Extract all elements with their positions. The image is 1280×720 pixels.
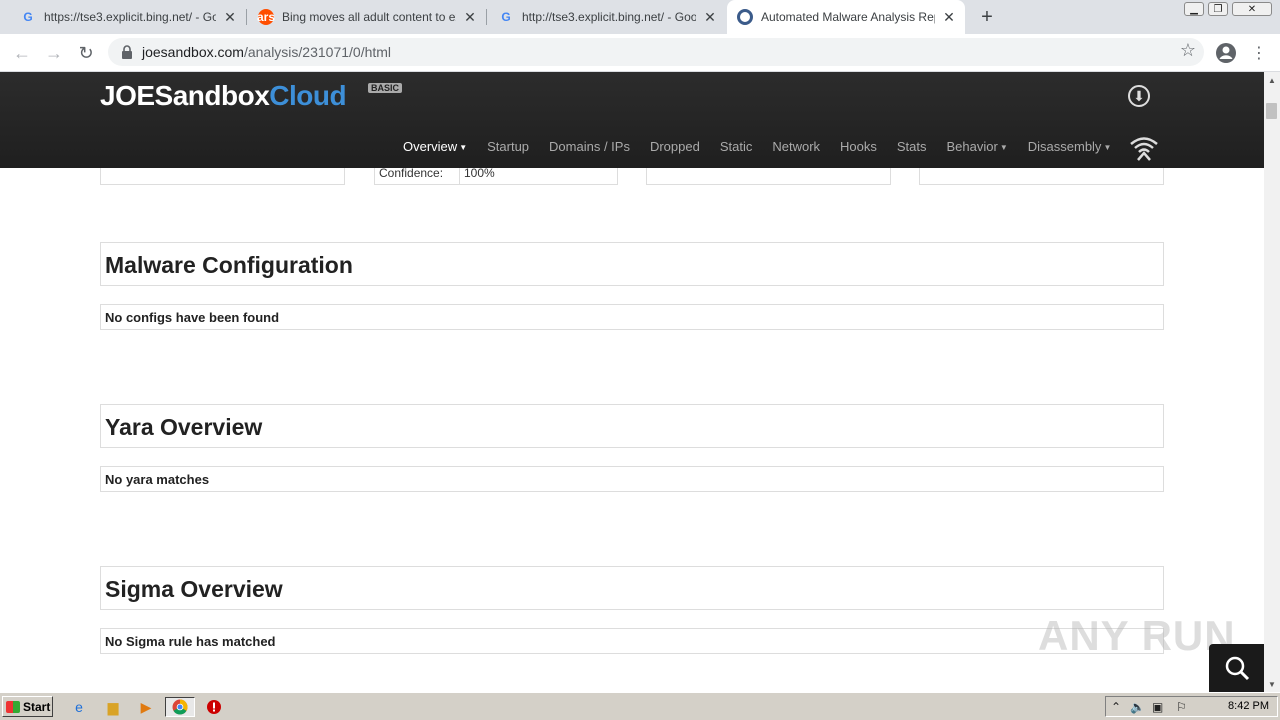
- browser-tab-strip: G https://tse3.explicit.bing.net/ - Goog…: [0, 0, 1280, 34]
- browser-tab-4-active[interactable]: Automated Malware Analysis Report ✕: [727, 0, 965, 34]
- tab-title: http://tse3.explicit.bing.net/ - Googl: [522, 10, 696, 24]
- search-fab[interactable]: [1209, 644, 1264, 692]
- clock: 8:42 PM: [1228, 700, 1269, 712]
- new-tab-button[interactable]: +: [976, 6, 998, 28]
- chrome-icon: [172, 699, 188, 715]
- security-shield-icon[interactable]: [204, 697, 224, 717]
- page-scrollbar[interactable]: ▲ ▼: [1264, 72, 1280, 692]
- sigma-overview-body: No Sigma rule has matched: [100, 628, 1164, 654]
- close-icon[interactable]: ✕: [941, 9, 957, 25]
- ars-icon: ars: [256, 9, 276, 25]
- lock-icon: [122, 45, 132, 59]
- url-host: joesandbox.com: [142, 44, 244, 60]
- tray-expand-icon[interactable]: ⌃: [1111, 700, 1121, 714]
- close-icon[interactable]: ✕: [702, 9, 718, 25]
- live-signal-icon[interactable]: [1129, 135, 1159, 161]
- google-icon: G: [501, 10, 511, 24]
- malware-configuration-heading: Malware Configuration: [100, 242, 1164, 286]
- nav-domains-ips[interactable]: Domains / IPs: [549, 139, 630, 154]
- address-bar[interactable]: joesandbox.com/analysis/231071/0/html ☆: [108, 38, 1204, 66]
- tab-title: Automated Malware Analysis Report: [761, 10, 935, 24]
- reload-button[interactable]: ↻: [74, 41, 98, 65]
- maximize-button[interactable]: ❐: [1208, 2, 1228, 16]
- basic-badge: BASIC: [368, 83, 403, 93]
- stop-icon: [207, 700, 221, 714]
- nav-label: Overview: [403, 139, 458, 154]
- windows-taskbar: Start e ▆ ▶ ⌃ 🔈 ▣ ⚐ 8:42 PM: [0, 692, 1280, 720]
- forward-button[interactable]: →: [42, 41, 66, 65]
- nav-label: Behavior: [946, 139, 998, 154]
- tab-separator: [486, 9, 487, 25]
- browser-tab-2[interactable]: ars Bing moves all adult content to expl…: [248, 0, 486, 34]
- scroll-up-arrow-icon[interactable]: ▲: [1264, 72, 1280, 88]
- yara-overview-heading: Yara Overview: [100, 404, 1164, 448]
- tab-title: Bing moves all adult content to explic: [282, 10, 456, 24]
- action-center-flag-icon[interactable]: ⚐: [1176, 700, 1187, 714]
- malware-configuration-body: No configs have been found: [100, 304, 1164, 330]
- network-icon[interactable]: ▣: [1152, 700, 1163, 714]
- browser-tab-1[interactable]: G https://tse3.explicit.bing.net/ - Goog…: [0, 0, 246, 34]
- nav-dropped[interactable]: Dropped: [650, 139, 700, 154]
- file-explorer-icon[interactable]: ▆: [103, 697, 123, 717]
- system-tray: ⌃ 🔈 ▣ ⚐ 8:42 PM: [1105, 696, 1278, 717]
- windows-flag-icon: [6, 700, 20, 713]
- url-text: joesandbox.com/analysis/231071/0/html: [142, 44, 391, 60]
- nav-network[interactable]: Network: [772, 139, 820, 154]
- close-window-button[interactable]: ✕: [1232, 2, 1272, 16]
- url-path: /analysis/231071/0/html: [243, 44, 392, 60]
- chrome-taskbar-icon[interactable]: [165, 697, 195, 717]
- browser-toolbar: ← → ↻ joesandbox.com/analysis/231071/0/h…: [0, 34, 1280, 72]
- main-nav: Overview ▼ Startup Domains / IPs Dropped …: [403, 139, 1131, 154]
- page-viewport: JOESandboxCloud BASIC ⬇ Overview ▼ Startu…: [0, 72, 1264, 692]
- bookmark-star-icon[interactable]: ☆: [1180, 40, 1196, 61]
- google-icon: G: [23, 10, 33, 24]
- joesandbox-logo[interactable]: JOESandboxCloud BASIC: [100, 80, 403, 112]
- menu-kebab-icon[interactable]: ⋮: [1247, 41, 1271, 65]
- profile-avatar-icon[interactable]: [1215, 42, 1237, 64]
- scroll-thumb[interactable]: [1266, 103, 1277, 119]
- volume-icon[interactable]: 🔈: [1130, 700, 1145, 714]
- nav-startup[interactable]: Startup: [487, 139, 529, 154]
- caret-down-icon: ▼: [1103, 143, 1112, 153]
- download-icon[interactable]: ⬇: [1128, 85, 1150, 107]
- media-player-icon[interactable]: ▶: [136, 697, 156, 717]
- search-icon: [1225, 656, 1249, 681]
- nav-stats[interactable]: Stats: [897, 139, 927, 154]
- logo-cloud: Cloud: [269, 80, 347, 111]
- joesandbox-icon: [737, 9, 753, 25]
- site-header: JOESandboxCloud BASIC ⬇ Overview ▼ Startu…: [0, 72, 1264, 168]
- anyrun-watermark: ANY RUN: [1038, 612, 1236, 659]
- logo-joe: JOE: [100, 80, 155, 111]
- internet-explorer-icon[interactable]: e: [69, 697, 89, 717]
- tab-separator: [246, 9, 247, 25]
- minimize-button[interactable]: ▁: [1184, 2, 1204, 16]
- close-icon[interactable]: ✕: [462, 9, 478, 25]
- nav-overview[interactable]: Overview ▼: [403, 139, 467, 154]
- start-label: Start: [23, 699, 51, 714]
- back-button[interactable]: ←: [10, 41, 34, 65]
- tab-title: https://tse3.explicit.bing.net/ - Goog: [44, 10, 216, 24]
- close-icon[interactable]: ✕: [222, 9, 238, 25]
- yara-overview-body: No yara matches: [100, 466, 1164, 492]
- nav-disassembly[interactable]: Disassembly ▼: [1028, 139, 1112, 154]
- scroll-down-arrow-icon[interactable]: ▼: [1264, 676, 1280, 692]
- logo-sandbox: Sandbox: [154, 80, 270, 111]
- nav-behavior[interactable]: Behavior ▼: [947, 139, 1008, 154]
- sigma-overview-heading: Sigma Overview: [100, 566, 1164, 610]
- nav-label: Disassembly: [1027, 139, 1102, 154]
- start-button[interactable]: Start: [2, 696, 53, 717]
- caret-down-icon: ▼: [999, 143, 1008, 153]
- nav-static[interactable]: Static: [720, 139, 753, 154]
- nav-hooks[interactable]: Hooks: [840, 139, 877, 154]
- caret-down-icon: ▼: [459, 143, 468, 153]
- browser-tab-3[interactable]: G http://tse3.explicit.bing.net/ - Googl…: [488, 0, 726, 34]
